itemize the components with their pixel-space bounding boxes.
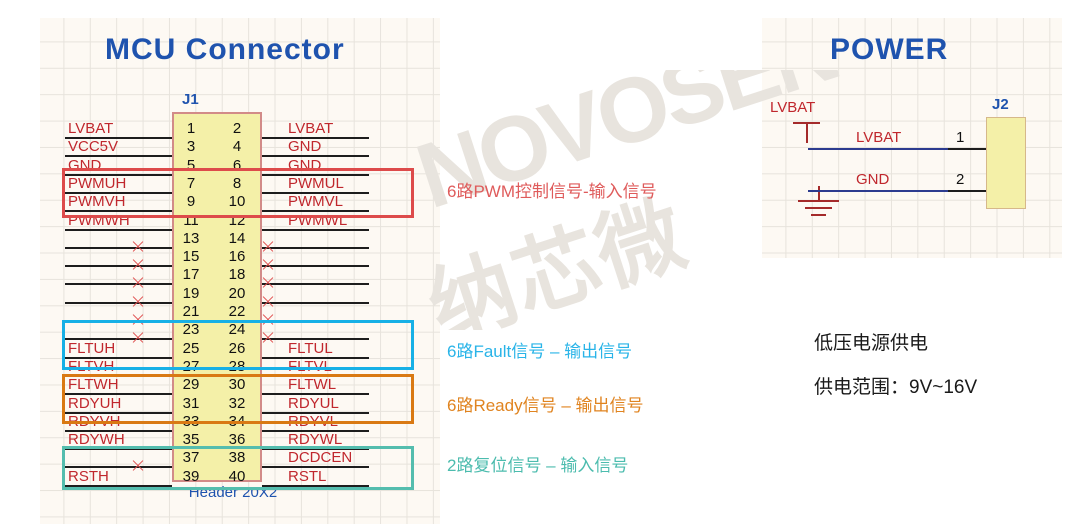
power-net-label: GND	[856, 171, 890, 188]
power-flag-symbol	[772, 106, 842, 146]
j1-pin-number-odd: 1	[186, 120, 196, 137]
j1-pin-number-even: 18	[228, 266, 246, 284]
j1-wire-right	[262, 265, 369, 268]
j1-wire-left	[65, 301, 172, 304]
j1-pin-number-even: 2	[232, 120, 242, 137]
group-box-fault	[62, 320, 414, 370]
j1-pin-number-even: 4	[232, 138, 242, 156]
no-connect-icon	[261, 258, 275, 272]
group-box-reset	[62, 446, 414, 490]
schematic-canvas: NOVOSENSE 纳芯微 MCU Connector POWER J1 12L…	[0, 0, 1080, 529]
power-title: POWER	[830, 33, 949, 66]
no-connect-icon	[131, 276, 145, 290]
annotation-pwm: 6路PWM控制信号-输入信号	[447, 182, 657, 201]
no-connect-icon	[131, 258, 145, 272]
j1-wire-left	[65, 228, 172, 231]
j1-pin-number-odd: 3	[186, 138, 196, 156]
j1-pin-number-odd: 19	[182, 284, 200, 302]
j1-wire-right	[262, 301, 369, 304]
j2-connector-body	[986, 117, 1026, 209]
no-connect-icon	[131, 240, 145, 254]
j1-reference-designator: J1	[182, 91, 199, 108]
power-wire-blue	[808, 190, 948, 192]
j2-pin-number: 1	[956, 129, 965, 146]
j1-net-label-left: VCC5V	[68, 138, 119, 156]
j1-pin-number-odd: 21	[182, 303, 200, 320]
j1-net-label-left: LVBAT	[68, 120, 114, 137]
no-connect-icon	[261, 240, 275, 254]
j1-wire-left	[65, 246, 172, 249]
j1-wire-right	[262, 246, 369, 249]
group-box-pwm	[62, 168, 414, 218]
power-wire-black	[948, 190, 986, 192]
annotation-reset: 2路复位信号 – 输入信号	[447, 456, 629, 475]
j1-pin-number-odd: 15	[182, 248, 200, 266]
power-note-voltage-range: 供电范围：9V~16V	[814, 377, 978, 398]
j1-wire-right	[262, 228, 369, 231]
j2-reference-designator: J2	[992, 96, 1009, 113]
j1-net-label-right: LVBAT	[288, 120, 334, 137]
j1-wire-right	[262, 283, 369, 286]
power-wire-blue	[808, 148, 948, 150]
annotation-fault: 6路Fault信号 – 输出信号	[447, 342, 633, 361]
mcu-connector-title: MCU Connector	[105, 33, 345, 66]
group-box-ready	[62, 374, 414, 424]
j1-pin-number-even: 16	[228, 248, 246, 266]
j1-pin-number-even: 22	[228, 303, 246, 320]
no-connect-icon	[261, 276, 275, 290]
j1-pin-number-odd: 17	[182, 266, 200, 284]
no-connect-icon	[131, 295, 145, 309]
power-wire-black	[948, 148, 986, 150]
power-net-label: LVBAT	[856, 129, 902, 146]
j1-net-label-right: GND	[288, 138, 322, 156]
j1-pin-number-even: 14	[228, 229, 246, 247]
j1-wire-left	[65, 283, 172, 286]
power-note-supply-type: 低压电源供电	[814, 333, 929, 354]
j1-pin-number-even: 20	[228, 284, 246, 302]
no-connect-icon	[261, 295, 275, 309]
annotation-ready: 6路Ready信号 – 输出信号	[447, 396, 644, 415]
j1-pin-number-odd: 13	[182, 229, 200, 247]
j1-wire-left	[65, 265, 172, 268]
j2-pin-number: 2	[956, 171, 965, 188]
